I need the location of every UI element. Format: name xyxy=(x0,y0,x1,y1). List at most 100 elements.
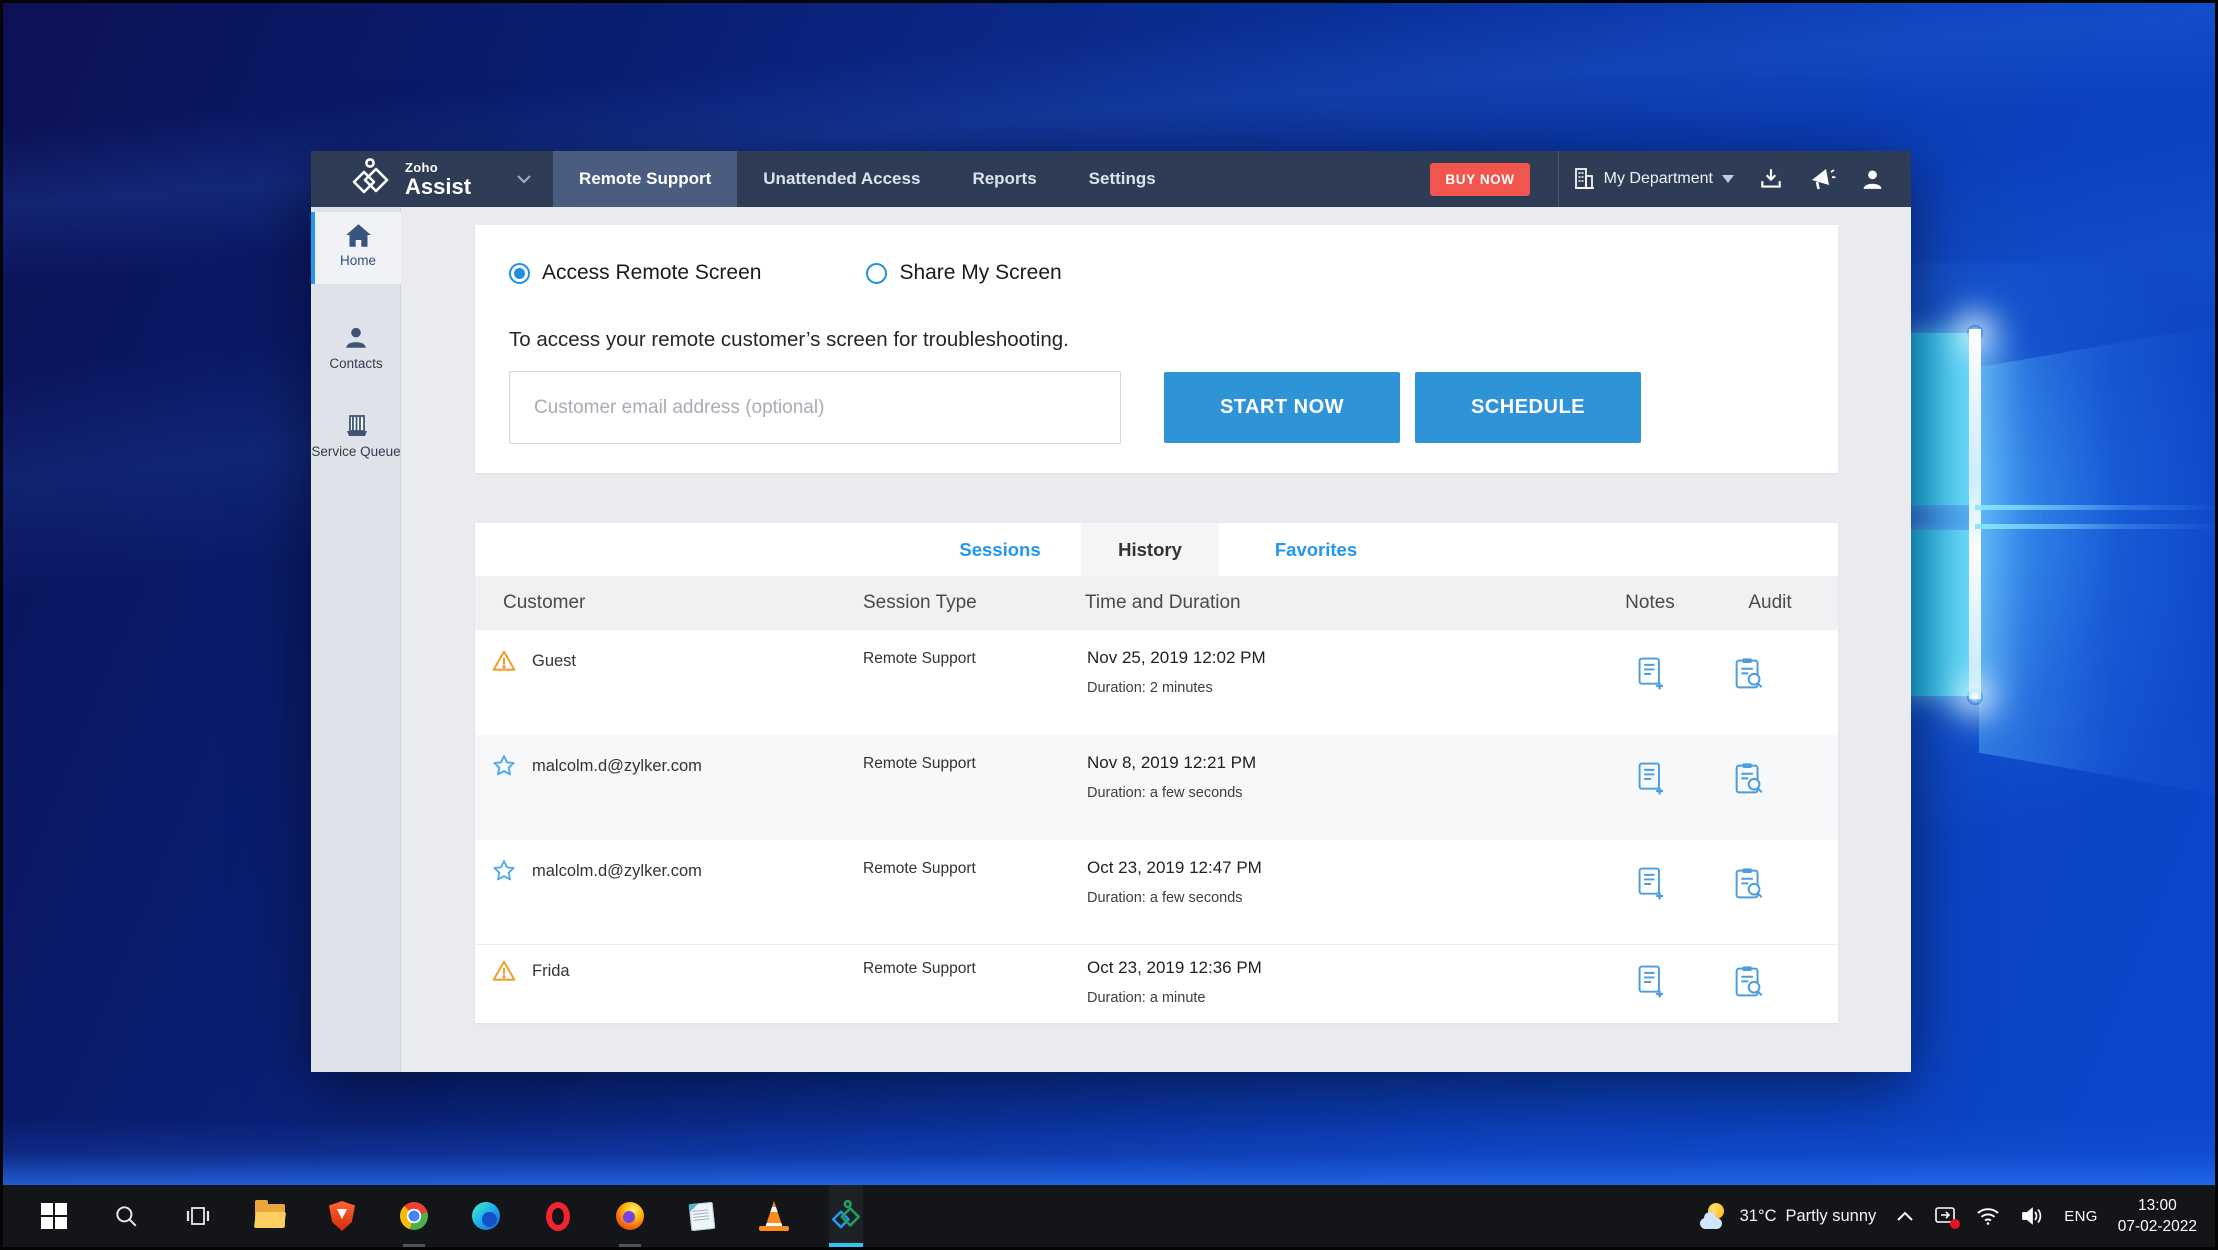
nav-tab-reports[interactable]: Reports xyxy=(946,151,1062,207)
megaphone-icon xyxy=(1808,166,1836,192)
notepad-button[interactable] xyxy=(685,1185,719,1247)
firefox-icon xyxy=(616,1202,644,1230)
wallpaper-bottom-glow xyxy=(3,1119,2215,1189)
audit-icon xyxy=(1733,761,1767,797)
sidebar-item-home[interactable]: Home xyxy=(311,212,401,284)
sidebar-item-label: Home xyxy=(315,252,401,270)
announcements-button[interactable] xyxy=(1808,166,1836,192)
notepad-icon xyxy=(689,1201,716,1230)
history-table-row: Frida Remote Support Oct 23, 2019 12:36 … xyxy=(475,946,1838,1023)
view-audit-button[interactable] xyxy=(1733,866,1767,902)
tab-sessions[interactable]: Sessions xyxy=(945,523,1055,576)
active-app-indicator xyxy=(829,1243,863,1247)
windows-start-icon xyxy=(41,1203,67,1229)
logo-assist: Assist xyxy=(405,176,471,198)
taskbar-search-button[interactable] xyxy=(109,1185,143,1247)
account-button[interactable] xyxy=(1860,167,1885,192)
warning-icon xyxy=(491,958,517,984)
buy-now-button[interactable]: BUY NOW xyxy=(1430,163,1529,196)
vlc-button[interactable] xyxy=(757,1185,791,1247)
department-selector[interactable]: My Department xyxy=(1573,167,1734,191)
favorite-star-icon[interactable] xyxy=(491,858,517,884)
logo-zoho: Zoho xyxy=(405,161,471,174)
audit-icon xyxy=(1733,866,1767,902)
zoho-assist-window: Zoho Assist Remote Support Unattended Ac… xyxy=(311,151,1911,1072)
show-hidden-icons-button[interactable] xyxy=(1896,1210,1914,1222)
session-time: Nov 25, 2019 12:02 PM xyxy=(1087,648,1266,668)
view-audit-button[interactable] xyxy=(1733,964,1767,1000)
firefox-browser-button[interactable] xyxy=(613,1185,647,1247)
nav-tab-settings[interactable]: Settings xyxy=(1063,151,1182,207)
edge-browser-button[interactable] xyxy=(469,1185,503,1247)
start-now-button[interactable]: START NOW xyxy=(1164,372,1400,443)
session-duration: Duration: a few seconds xyxy=(1087,785,1243,801)
app-logo-text: Zoho Assist xyxy=(405,161,471,198)
session-duration: Duration: 2 minutes xyxy=(1087,680,1213,696)
task-view-button[interactable] xyxy=(181,1185,215,1247)
download-button[interactable] xyxy=(1758,166,1784,192)
clock-time: 13:00 xyxy=(2118,1195,2197,1216)
language-indicator[interactable]: ENG xyxy=(2064,1208,2097,1225)
weather-temperature[interactable]: 31°C xyxy=(1740,1207,1777,1226)
session-time: Nov 8, 2019 12:21 PM xyxy=(1087,753,1256,773)
column-header-audit: Audit xyxy=(1705,576,1835,630)
sessions-panel: Sessions History Favorites Customer Sess… xyxy=(475,523,1838,1023)
view-audit-button[interactable] xyxy=(1733,656,1767,692)
task-view-icon xyxy=(185,1203,211,1229)
wifi-icon xyxy=(1976,1206,2000,1226)
column-header-time-duration: Time and Duration xyxy=(1085,576,1241,630)
zoho-assist-icon xyxy=(829,1199,863,1233)
weather-condition[interactable]: Partly sunny xyxy=(1786,1207,1877,1226)
tab-favorites[interactable]: Favorites xyxy=(1251,523,1381,576)
warning-icon xyxy=(491,648,517,674)
wifi-button[interactable] xyxy=(1976,1206,2000,1226)
notes-icon xyxy=(1635,964,1667,1000)
start-button[interactable] xyxy=(37,1185,71,1247)
add-notes-button[interactable] xyxy=(1635,656,1667,692)
access-remote-screen-radio[interactable] xyxy=(509,263,530,284)
wallpaper-crossbeam xyxy=(1975,505,2218,510)
add-notes-button[interactable] xyxy=(1635,866,1667,902)
session-type: Remote Support xyxy=(863,860,976,878)
row-status-icon xyxy=(491,648,517,674)
access-remote-screen-label: Access Remote Screen xyxy=(542,261,761,285)
customer-email-input[interactable] xyxy=(509,371,1121,444)
notification-badge xyxy=(1950,1219,1960,1229)
zoho-assist-taskbar-button[interactable] xyxy=(829,1185,863,1247)
clock-date: 07-02-2022 xyxy=(2118,1216,2197,1237)
view-audit-button[interactable] xyxy=(1733,761,1767,797)
tab-history[interactable]: History xyxy=(1081,523,1219,576)
schedule-button[interactable]: SCHEDULE xyxy=(1415,372,1641,443)
column-header-notes: Notes xyxy=(1585,576,1715,630)
chrome-browser-button[interactable] xyxy=(397,1185,431,1247)
brave-browser-button[interactable] xyxy=(325,1185,359,1247)
nav-tab-remote-support[interactable]: Remote Support xyxy=(553,151,737,207)
sidebar-item-service-queue[interactable]: Service Queue xyxy=(311,405,401,485)
row-status-icon xyxy=(491,958,517,984)
add-notes-button[interactable] xyxy=(1635,964,1667,1000)
session-duration: Duration: a minute xyxy=(1087,990,1205,1006)
session-time: Oct 23, 2019 12:36 PM xyxy=(1087,958,1262,978)
instruction-text: To access your remote customer’s screen … xyxy=(509,328,1069,352)
top-navbar: Zoho Assist Remote Support Unattended Ac… xyxy=(311,151,1911,207)
sidebar: Home Contacts Service Queue xyxy=(311,207,401,1072)
nav-tab-unattended-access[interactable]: Unattended Access xyxy=(737,151,946,207)
file-explorer-button[interactable] xyxy=(253,1185,287,1247)
sidebar-item-contacts[interactable]: Contacts xyxy=(311,317,401,383)
running-app-indicator xyxy=(403,1244,425,1247)
taskbar-clock[interactable]: 13:00 07-02-2022 xyxy=(2118,1195,2197,1237)
app-logo[interactable]: Zoho Assist xyxy=(349,156,471,202)
opera-browser-button[interactable] xyxy=(541,1185,575,1247)
sidebar-item-label: Contacts xyxy=(311,355,401,373)
chevron-up-icon xyxy=(1896,1210,1914,1222)
share-my-screen-radio[interactable] xyxy=(866,263,887,284)
contacts-icon xyxy=(343,325,369,351)
session-type: Remote Support xyxy=(863,755,976,773)
add-notes-button[interactable] xyxy=(1635,761,1667,797)
customer-name: Guest xyxy=(532,652,576,671)
volume-button[interactable] xyxy=(2020,1206,2044,1226)
favorite-star-icon[interactable] xyxy=(491,753,517,779)
app-switcher-chevron-down-icon[interactable] xyxy=(517,175,531,184)
notification-tray-icon[interactable] xyxy=(1934,1206,1956,1226)
session-type: Remote Support xyxy=(863,650,976,668)
